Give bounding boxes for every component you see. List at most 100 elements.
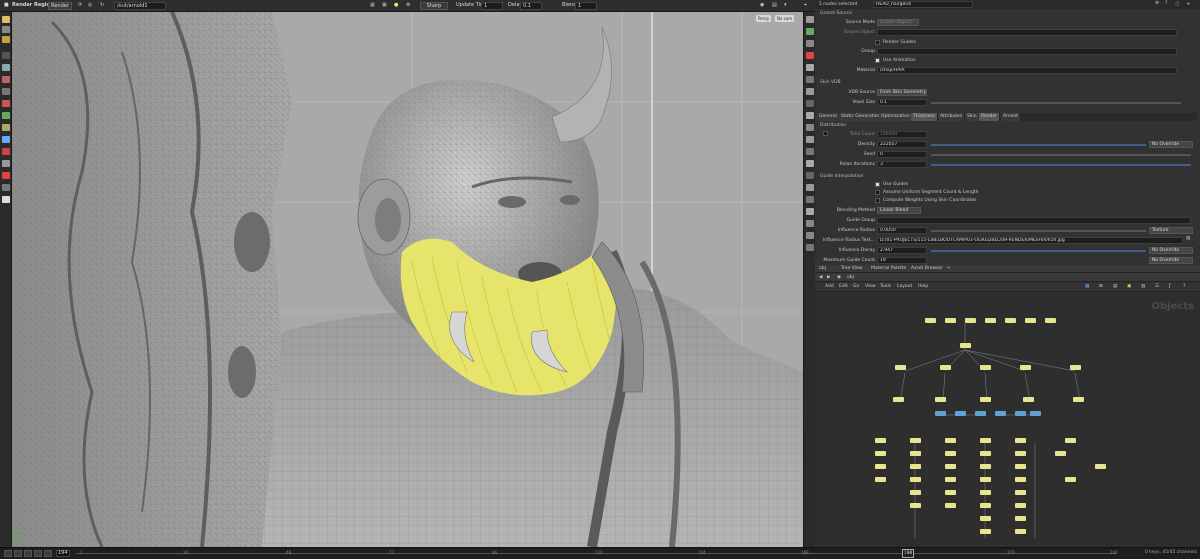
prim-number-icon[interactable] bbox=[806, 148, 814, 155]
network-node[interactable] bbox=[1070, 365, 1081, 370]
network-node[interactable] bbox=[1015, 451, 1026, 456]
camera-icon[interactable]: ◎ bbox=[88, 2, 92, 8]
network-node[interactable] bbox=[893, 397, 904, 402]
selectable-icon[interactable] bbox=[806, 196, 814, 203]
network-node[interactable] bbox=[980, 365, 991, 370]
hair-tool-icon[interactable] bbox=[2, 136, 10, 143]
footprint-icon[interactable] bbox=[806, 184, 814, 191]
relax-iterations-field[interactable]: 3 bbox=[877, 161, 927, 168]
current-frame-field[interactable]: 194 bbox=[56, 550, 70, 557]
step-forward-button[interactable] bbox=[44, 550, 52, 557]
network-node[interactable] bbox=[875, 451, 886, 456]
node-name-field[interactable]: HEAD_hairgen4 bbox=[873, 1, 973, 8]
voxel-size-slider[interactable] bbox=[931, 102, 1181, 104]
network-node[interactable] bbox=[945, 451, 956, 456]
network-node[interactable] bbox=[935, 397, 946, 402]
point-display-icon[interactable] bbox=[806, 112, 814, 119]
network-node[interactable] bbox=[945, 490, 956, 495]
grid-tool-icon[interactable] bbox=[2, 124, 10, 131]
network-node[interactable] bbox=[980, 397, 991, 402]
influence-decay-slider[interactable] bbox=[931, 250, 1146, 252]
network-node[interactable] bbox=[1073, 397, 1084, 402]
network-node[interactable] bbox=[1015, 503, 1026, 508]
snap-grid-icon[interactable]: ⊞ bbox=[1099, 284, 1103, 289]
play-button[interactable] bbox=[34, 550, 42, 557]
network-path-tab[interactable]: obj bbox=[819, 266, 826, 271]
max-guide-count-field[interactable]: 19 bbox=[877, 257, 927, 264]
snap-tool-icon[interactable] bbox=[2, 112, 10, 119]
camera-tool-icon[interactable] bbox=[2, 196, 10, 203]
density-override-dropdown[interactable]: No Override bbox=[1149, 141, 1193, 148]
sharp-dropdown[interactable]: Sharp bbox=[420, 2, 448, 10]
network-node[interactable] bbox=[995, 411, 1006, 416]
refresh-icon[interactable]: ↻ bbox=[100, 2, 104, 8]
network-node[interactable] bbox=[1015, 516, 1026, 521]
influence-radius-field[interactable]: 0.0050 bbox=[877, 227, 927, 234]
network-node[interactable] bbox=[910, 464, 921, 469]
menu-view[interactable]: View bbox=[865, 284, 876, 289]
network-node[interactable] bbox=[1015, 477, 1026, 482]
render-region-icon[interactable]: ■ bbox=[4, 2, 9, 8]
total-count-field[interactable]: 100000 bbox=[877, 131, 927, 138]
grid-display-icon[interactable] bbox=[806, 28, 814, 35]
shade-icon[interactable] bbox=[806, 76, 814, 83]
abc-icon[interactable] bbox=[806, 220, 814, 227]
network-node[interactable] bbox=[1005, 318, 1016, 323]
network-path-label[interactable]: obj bbox=[847, 275, 854, 280]
tab-tree-view[interactable]: Tree View bbox=[841, 266, 863, 271]
pin-panel-icon[interactable]: ⌖ bbox=[1187, 1, 1190, 7]
influence-radius-override-dropdown[interactable]: Texture bbox=[1149, 227, 1193, 234]
render-button[interactable]: Render bbox=[48, 2, 72, 10]
ghost-icon[interactable] bbox=[806, 52, 814, 59]
isolate-icon[interactable] bbox=[806, 208, 814, 215]
play-reverse-button[interactable] bbox=[24, 550, 32, 557]
network-node[interactable] bbox=[875, 438, 886, 443]
network-node[interactable] bbox=[1065, 438, 1076, 443]
influence-decay-override-dropdown[interactable]: No Override bbox=[1149, 247, 1193, 254]
snapshot-icon[interactable]: ▦ bbox=[370, 2, 375, 8]
compute-weights-checkbox[interactable] bbox=[875, 198, 880, 203]
tab-material-palette[interactable]: Material Palette bbox=[871, 266, 906, 271]
network-node[interactable] bbox=[940, 365, 951, 370]
network-box-icon[interactable]: ▥ bbox=[1141, 284, 1145, 289]
voxel-size-field[interactable]: 0.1 bbox=[877, 99, 927, 106]
pause-icon[interactable]: ⟳ bbox=[78, 2, 82, 8]
light-icon[interactable]: ● bbox=[394, 2, 398, 8]
network-node[interactable] bbox=[945, 438, 956, 443]
magnet-tool-icon[interactable] bbox=[2, 100, 10, 107]
brush-tool-icon[interactable] bbox=[2, 88, 10, 95]
select-tool-icon[interactable] bbox=[2, 16, 10, 23]
display-option-icon[interactable] bbox=[806, 16, 814, 23]
network-node[interactable] bbox=[910, 503, 921, 508]
tab-render[interactable]: Render bbox=[979, 113, 1001, 121]
tab-asset-browser[interactable]: Asset Browser bbox=[911, 266, 943, 271]
blending-method-dropdown[interactable]: Linear Blend bbox=[877, 207, 921, 214]
display-flag-icon[interactable]: ▦ bbox=[1085, 284, 1089, 289]
wireframe-icon[interactable] bbox=[806, 64, 814, 71]
network-node[interactable] bbox=[945, 318, 956, 323]
network-node[interactable] bbox=[1015, 529, 1026, 534]
network-node[interactable] bbox=[910, 451, 921, 456]
network-node[interactable] bbox=[1055, 451, 1066, 456]
seed-field[interactable]: 0 bbox=[877, 151, 927, 158]
tab-thickness[interactable]: Thickness bbox=[911, 113, 939, 121]
viewport[interactable]: Persp No cam bbox=[12, 12, 803, 547]
settings-icon[interactable]: ⚙ bbox=[406, 2, 410, 8]
network-node[interactable] bbox=[945, 464, 956, 469]
guide-group-field[interactable] bbox=[877, 217, 1191, 224]
vdb-source-dropdown[interactable]: From Skin Geometry bbox=[877, 89, 927, 96]
network-node[interactable] bbox=[955, 411, 966, 416]
use-guides-checkbox[interactable] bbox=[875, 182, 880, 187]
groom-object-field[interactable] bbox=[877, 29, 1177, 36]
network-node[interactable] bbox=[1015, 464, 1026, 469]
add-tab-icon[interactable]: + bbox=[947, 266, 951, 271]
network-editor[interactable]: obj Tree View Material Palette Asset Bro… bbox=[815, 265, 1200, 547]
network-view-icon[interactable]: ▤ bbox=[1113, 284, 1117, 289]
network-node[interactable] bbox=[910, 490, 921, 495]
influence-radius-texture-field[interactable]: D:/01-PROJECTS/115-LIBELBOOTCAMP/03-OGRE… bbox=[877, 237, 1183, 244]
tab-arnold[interactable]: Arnold bbox=[1001, 113, 1021, 121]
source-mode-dropdown[interactable]: Groom Object bbox=[877, 19, 919, 26]
record-icon[interactable] bbox=[2, 172, 10, 179]
back-icon[interactable]: ◀ bbox=[819, 275, 822, 280]
network-node[interactable] bbox=[985, 318, 996, 323]
